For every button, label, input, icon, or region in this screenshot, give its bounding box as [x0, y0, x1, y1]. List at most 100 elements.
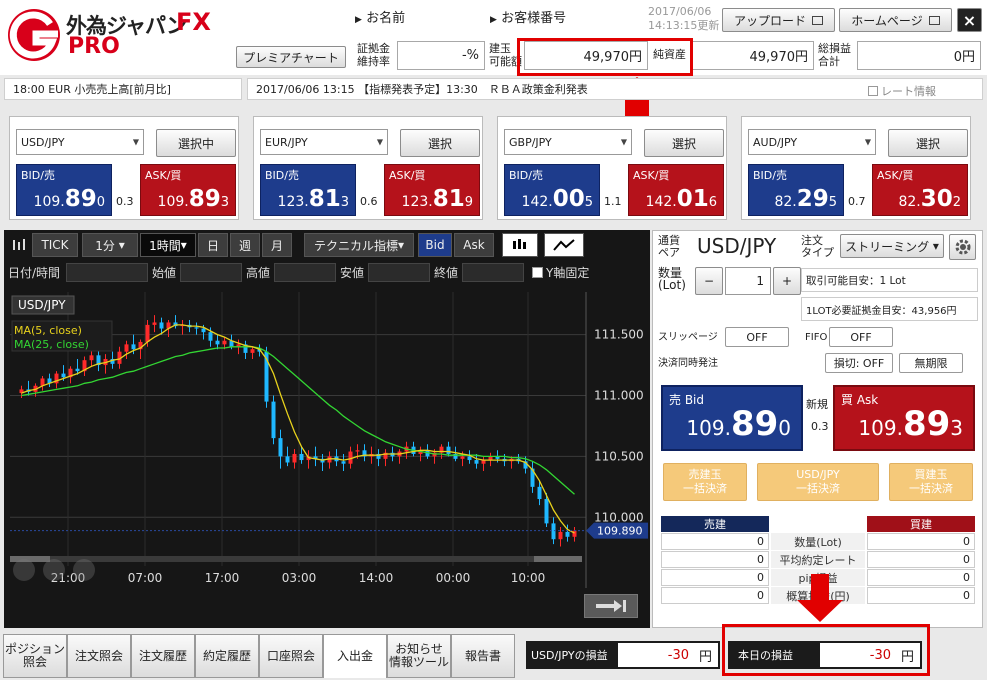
order-panel: 通貨 ペア USD/JPY 注文 タイプ ストリーミング ▾ 数量 (Lot) − 1… — [652, 230, 983, 628]
candle-body — [285, 456, 290, 463]
pair-select[interactable]: USD/JPY ▼ — [16, 129, 144, 155]
pair-select[interactable]: EUR/JPY ▼ — [260, 129, 388, 155]
ask-quote-button[interactable]: ASK/買 142.016 — [628, 164, 724, 216]
close-field — [462, 263, 524, 282]
ask-quote-button[interactable]: ASK/買 123.819 — [384, 164, 480, 216]
bottom-tab[interactable]: 報告書 — [451, 634, 515, 678]
y-fixed-checkbox[interactable]: Y軸固定 — [532, 264, 589, 281]
chart-scrollbar — [10, 556, 582, 562]
candle-body — [152, 322, 157, 325]
pos-sell-value: 0 — [661, 551, 769, 568]
pair-pl-value: -30 円 — [618, 643, 718, 667]
candle-body — [145, 324, 150, 342]
bottom-tab[interactable]: 注文履歴 — [131, 634, 195, 678]
sell-bid-button[interactable]: 売 Bid 109.890 — [661, 385, 803, 451]
candle-body — [474, 460, 479, 464]
news-bar: 18:00 EUR 小売売上高[前月比] 2017/06/06 13:15 【指… — [0, 78, 987, 100]
candle-body — [544, 499, 549, 524]
ask-quote-button[interactable]: ASK/買 109.893 — [140, 164, 236, 216]
tick-button[interactable]: TICK — [32, 233, 78, 257]
candle-body — [467, 456, 472, 461]
y-tick-label: 110.500 — [594, 449, 644, 463]
candle-body — [278, 438, 283, 457]
homepage-button[interactable]: ホームページ — [839, 8, 952, 32]
bottom-tab[interactable]: 注文照会 — [67, 634, 131, 678]
qty-minus-button[interactable]: − — [695, 267, 723, 295]
minute-select[interactable]: 1分 ▾ — [82, 233, 138, 257]
bid-quote-button[interactable]: BID/売 123.813 — [260, 164, 356, 216]
pair-label: 通貨 ペア — [658, 234, 680, 259]
premier-chart-button[interactable]: プレミアチャート — [236, 46, 346, 68]
arrow-right-end-icon — [596, 600, 626, 612]
candlestick-button[interactable] — [502, 233, 538, 257]
fifo-toggle[interactable]: OFF — [829, 327, 893, 347]
ask-quote-button[interactable]: ASK/買 82.302 — [872, 164, 968, 216]
open-field — [180, 263, 242, 282]
window-icon — [928, 15, 940, 25]
update-time: 14:13:15更新 — [648, 19, 720, 32]
chart-type-icon[interactable] — [8, 233, 30, 257]
bulk-pair-settle-button[interactable]: USD/JPY 一括決済 — [757, 463, 879, 501]
select-pair-button[interactable]: 選択中 — [156, 129, 236, 157]
bottom-tab[interactable]: ポジション 照会 — [3, 634, 67, 678]
spread-value: 0.3 — [116, 195, 134, 208]
hour-select[interactable]: 1時間 ▾ — [140, 233, 196, 257]
chevron-down-icon: ▼ — [864, 137, 871, 147]
high-label: 高値 — [246, 266, 271, 280]
bid-quote-button[interactable]: BID/売 142.005 — [504, 164, 600, 216]
bottom-tab[interactable]: 約定履歴 — [195, 634, 259, 678]
bulk-buy-settle-button[interactable]: 買建玉 一括決済 — [889, 463, 973, 501]
day-button[interactable]: 日 — [198, 233, 228, 257]
settle-label: 決済同時発注 — [658, 358, 718, 369]
bottom-tab[interactable]: 口座照会 — [259, 634, 323, 678]
month-button[interactable]: 月 — [262, 233, 292, 257]
technical-select[interactable]: テクニカル指標 ▾ — [304, 233, 414, 257]
spread-value: 0.7 — [848, 195, 866, 208]
candle-body — [208, 332, 213, 341]
pair-select[interactable]: GBP/JPY ▼ — [504, 129, 632, 155]
ask-toggle[interactable]: Ask — [454, 233, 494, 257]
line-chart-icon — [553, 239, 575, 251]
open-label: 始値 — [152, 266, 177, 280]
bottom-tab[interactable]: 入出金 — [323, 634, 387, 678]
candle-body — [194, 327, 199, 329]
chevron-down-icon: ▼ — [620, 137, 627, 147]
chart-scroll-button[interactable] — [584, 594, 638, 618]
bid-quote-button[interactable]: BID/売 109.890 — [16, 164, 112, 216]
margin-rate-value: -% — [397, 41, 485, 70]
price-chart[interactable]: 111.500111.000110.500110.00021:00 07:00 17… — [4, 288, 650, 628]
y-tick-label: 110.000 — [594, 510, 644, 524]
checkbox-icon — [868, 86, 878, 96]
select-pair-button[interactable]: 選択 — [888, 129, 968, 157]
candle-body — [348, 451, 353, 464]
line-chart-button[interactable] — [544, 233, 584, 257]
stoploss-toggle[interactable]: 損切: OFF — [825, 353, 893, 373]
bottom-tab[interactable]: お知らせ 情報ツール — [387, 634, 451, 678]
select-pair-button[interactable]: 選択 — [400, 129, 480, 157]
unlimited-toggle[interactable]: 無期限 — [899, 353, 963, 373]
order-type-select[interactable]: ストリーミング ▾ — [840, 234, 944, 258]
settings-button[interactable] — [949, 234, 976, 260]
candle-body — [159, 322, 164, 329]
pair-select[interactable]: AUD/JPY ▼ — [748, 129, 876, 155]
qty-plus-button[interactable]: + — [773, 267, 801, 295]
week-button[interactable]: 週 — [230, 233, 260, 257]
buy-ask-button[interactable]: 買 Ask 109.893 — [833, 385, 975, 451]
slippage-toggle[interactable]: OFF — [725, 327, 789, 347]
net-assets-value: 49,970円 — [692, 41, 814, 70]
logo-pro-text: PRO — [68, 34, 120, 59]
currency-panel: USD/JPY ▼ 選択中 BID/売 109.890 0.3 ASK/買 109… — [9, 116, 239, 220]
rate-info-checkbox[interactable]: レート情報 — [868, 83, 936, 99]
select-pair-button[interactable]: 選択 — [644, 129, 724, 157]
update-date: 2017/06/06 — [648, 5, 712, 18]
header: 外為ジャパン FX PRO ▶ お名前 ▶ お客様番号 2017/06/06 1… — [0, 0, 987, 75]
qty-input[interactable]: 1 — [725, 267, 771, 295]
bid-quote-button[interactable]: BID/売 82.295 — [748, 164, 844, 216]
close-button[interactable]: × — [957, 8, 982, 32]
bid-toggle[interactable]: Bid — [418, 233, 452, 257]
qty-label: 数量 (Lot) — [658, 266, 686, 292]
candle-body — [250, 349, 255, 353]
candle-body — [446, 446, 451, 454]
bulk-sell-settle-button[interactable]: 売建玉 一括決済 — [663, 463, 747, 501]
upload-button[interactable]: アップロード — [722, 8, 835, 32]
